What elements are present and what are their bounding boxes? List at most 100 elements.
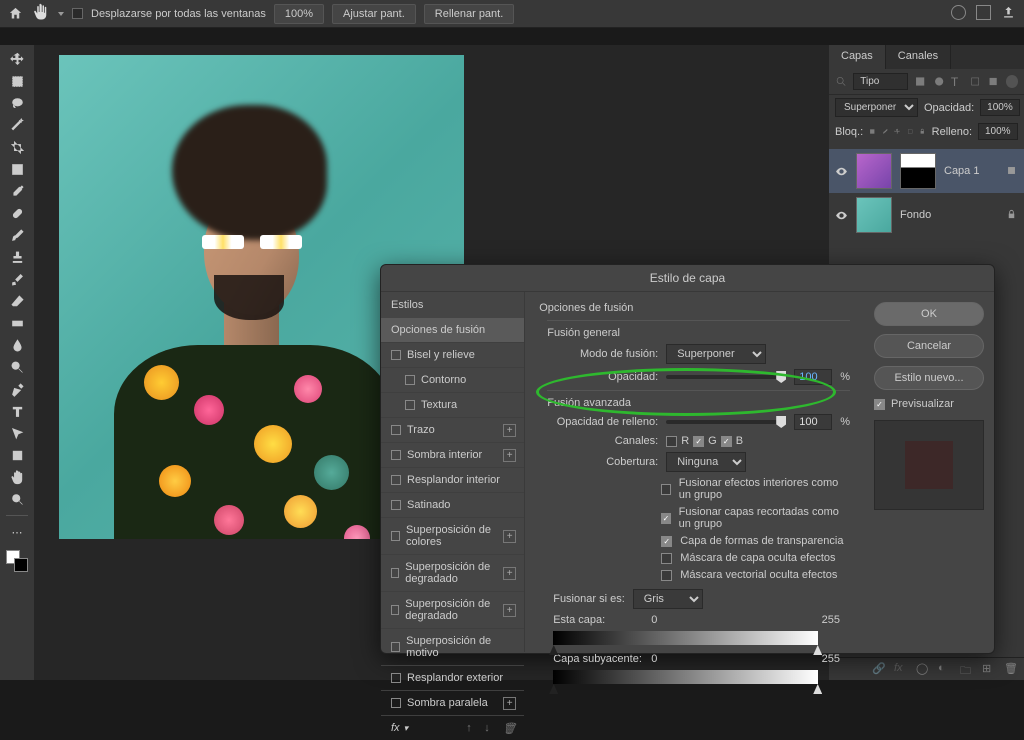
gradient-overlay-item-2[interactable]: Superposición de degradado+ bbox=[381, 592, 524, 629]
healing-tool-icon[interactable] bbox=[4, 203, 30, 223]
preview-checkbox[interactable] bbox=[874, 399, 885, 410]
ok-button[interactable]: OK bbox=[874, 302, 984, 326]
bevel-item[interactable]: Bisel y relieve bbox=[381, 343, 524, 368]
outer-glow-item[interactable]: Resplandor exterior bbox=[381, 666, 524, 691]
shape-tool-icon[interactable] bbox=[4, 445, 30, 465]
marquee-tool-icon[interactable] bbox=[4, 71, 30, 91]
stroke-item[interactable]: Trazo+ bbox=[381, 418, 524, 443]
visibility-icon[interactable] bbox=[835, 209, 848, 222]
knockout-select[interactable]: Ninguna bbox=[666, 452, 746, 472]
add-icon[interactable]: + bbox=[503, 424, 516, 437]
add-icon[interactable]: + bbox=[503, 697, 516, 710]
mask-icon[interactable]: ◯ bbox=[916, 662, 930, 676]
cancel-button[interactable]: Cancelar bbox=[874, 334, 984, 358]
channel-g-checkbox[interactable] bbox=[693, 436, 704, 447]
blending-options-item[interactable]: Opciones de fusión bbox=[381, 318, 524, 343]
opacity-input[interactable] bbox=[794, 369, 832, 385]
blend-mode-select[interactable]: Superponer bbox=[666, 344, 766, 364]
drop-shadow-item[interactable]: Sombra paralela+ bbox=[381, 691, 524, 716]
add-icon[interactable]: + bbox=[503, 567, 516, 580]
add-icon[interactable]: + bbox=[503, 449, 516, 462]
filter-shape-icon[interactable] bbox=[969, 75, 981, 88]
channel-r-checkbox[interactable] bbox=[666, 436, 677, 447]
fx-up-icon[interactable]: ↑ bbox=[466, 722, 478, 734]
brush-tool-icon[interactable] bbox=[4, 225, 30, 245]
fx-trash-icon[interactable]: 🗑 bbox=[502, 722, 514, 734]
filter-image-icon[interactable] bbox=[914, 75, 926, 88]
link-layers-icon[interactable]: 🔗 bbox=[872, 662, 886, 676]
new-layer-icon[interactable]: ⊞ bbox=[982, 662, 996, 676]
blend-mode-select[interactable]: Superponer bbox=[835, 98, 918, 117]
texture-item[interactable]: Textura bbox=[381, 393, 524, 418]
satin-item[interactable]: Satinado bbox=[381, 493, 524, 518]
zoom-level[interactable]: 100% bbox=[274, 4, 324, 24]
lock-pixels-icon[interactable] bbox=[869, 125, 876, 138]
frame-tool-icon[interactable] bbox=[4, 159, 30, 179]
fill-opacity-input[interactable] bbox=[794, 414, 832, 430]
stamp-tool-icon[interactable] bbox=[4, 247, 30, 267]
filter-toggle-icon[interactable] bbox=[1006, 75, 1018, 88]
fx-down-icon[interactable]: ↓ bbox=[484, 722, 496, 734]
dodge-tool-icon[interactable] bbox=[4, 357, 30, 377]
layer-capa1[interactable]: Capa 1 bbox=[829, 149, 1024, 193]
gradient-tool-icon[interactable] bbox=[4, 313, 30, 333]
move-tool-icon[interactable] bbox=[4, 49, 30, 69]
opacity-input[interactable] bbox=[980, 99, 1020, 116]
cb-vector-mask-hides[interactable] bbox=[661, 570, 672, 581]
eraser-tool-icon[interactable] bbox=[4, 291, 30, 311]
scroll-all-checkbox[interactable] bbox=[72, 8, 83, 19]
cb-inner-effects[interactable] bbox=[661, 484, 670, 495]
this-layer-slider[interactable] bbox=[553, 631, 818, 645]
add-icon[interactable]: + bbox=[503, 604, 516, 617]
fill-input[interactable] bbox=[978, 123, 1018, 140]
lock-position-icon[interactable] bbox=[894, 125, 901, 138]
delete-icon[interactable]: 🗑 bbox=[1004, 662, 1018, 676]
eyedropper-tool-icon[interactable] bbox=[4, 181, 30, 201]
lock-icon[interactable] bbox=[1006, 209, 1018, 221]
fill-screen-button[interactable]: Rellenar pant. bbox=[424, 4, 515, 24]
blur-tool-icon[interactable] bbox=[4, 335, 30, 355]
zoom-tool-icon[interactable] bbox=[4, 489, 30, 509]
filter-type-icon[interactable]: T bbox=[951, 75, 963, 88]
lasso-tool-icon[interactable] bbox=[4, 93, 30, 113]
lock-paint-icon[interactable] bbox=[882, 125, 889, 138]
inner-shadow-item[interactable]: Sombra interior+ bbox=[381, 443, 524, 468]
color-swatches[interactable] bbox=[6, 550, 28, 572]
filter-adjust-icon[interactable] bbox=[933, 75, 945, 88]
adjustment-icon[interactable]: ◐ bbox=[938, 662, 952, 676]
hand-tool-icon[interactable] bbox=[4, 467, 30, 487]
channel-b-checkbox[interactable] bbox=[721, 436, 732, 447]
new-style-button[interactable]: Estilo nuevo... bbox=[874, 366, 984, 390]
inner-glow-item[interactable]: Resplandor interior bbox=[381, 468, 524, 493]
visibility-icon[interactable] bbox=[835, 165, 848, 178]
layer-thumbnail[interactable] bbox=[856, 197, 892, 233]
layer-style-icon[interactable] bbox=[1006, 165, 1018, 177]
wand-tool-icon[interactable] bbox=[4, 115, 30, 135]
crop-tool-icon[interactable] bbox=[4, 137, 30, 157]
home-icon[interactable] bbox=[8, 6, 24, 22]
pen-tool-icon[interactable] bbox=[4, 379, 30, 399]
group-icon[interactable]: 🗀 bbox=[960, 662, 974, 676]
tab-channels[interactable]: Canales bbox=[886, 45, 951, 69]
contour-item[interactable]: Contorno bbox=[381, 368, 524, 393]
mask-thumbnail[interactable] bbox=[900, 153, 936, 189]
styles-header[interactable]: Estilos bbox=[381, 292, 524, 318]
color-overlay-item[interactable]: Superposición de colores+ bbox=[381, 518, 524, 555]
hand-tool-icon[interactable] bbox=[32, 3, 50, 24]
underlying-layer-slider[interactable] bbox=[553, 670, 818, 684]
layer-fondo[interactable]: Fondo bbox=[829, 193, 1024, 237]
opacity-slider[interactable] bbox=[666, 375, 786, 379]
cb-layer-mask-hides[interactable] bbox=[661, 553, 672, 564]
fit-screen-button[interactable]: Ajustar pant. bbox=[332, 4, 416, 24]
pattern-overlay-item[interactable]: Superposición de motivo bbox=[381, 629, 524, 666]
search-icon[interactable] bbox=[835, 75, 847, 88]
blend-if-select[interactable]: Gris bbox=[633, 589, 703, 609]
more-tools-icon[interactable]: ⋯ bbox=[4, 522, 30, 542]
tab-layers[interactable]: Capas bbox=[829, 45, 886, 69]
path-tool-icon[interactable] bbox=[4, 423, 30, 443]
lock-all-icon[interactable] bbox=[919, 125, 926, 138]
layer-thumbnail[interactable] bbox=[856, 153, 892, 189]
workspace-icon[interactable] bbox=[976, 5, 991, 20]
add-icon[interactable]: + bbox=[503, 530, 516, 543]
tool-dropdown-icon[interactable] bbox=[58, 12, 64, 16]
